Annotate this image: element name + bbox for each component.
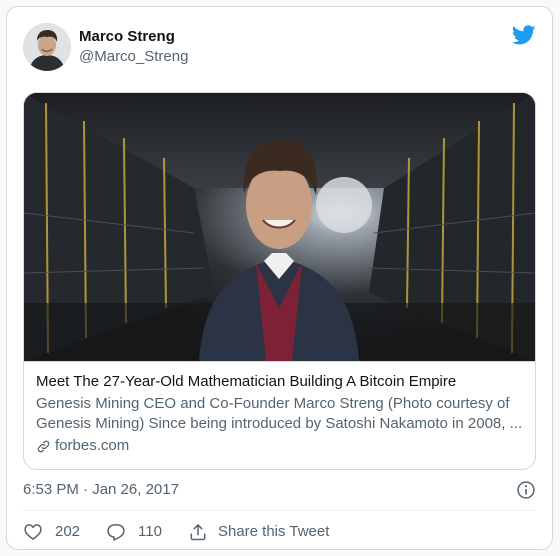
twitter-bird-icon[interactable] bbox=[512, 23, 536, 47]
reply-icon bbox=[107, 524, 125, 541]
card-domain[interactable]: forbes.com bbox=[36, 436, 523, 456]
like-count: 202 bbox=[55, 523, 81, 540]
reply-count: 110 bbox=[138, 523, 162, 540]
author-handle[interactable]: @Marco_Streng bbox=[79, 47, 188, 67]
author-info[interactable]: Marco Streng @Marco_Streng bbox=[79, 27, 188, 67]
share-button[interactable]: Share this Tweet bbox=[188, 522, 329, 542]
tweet-embed[interactable]: Marco Streng @Marco_Streng Meet The 27-Y… bbox=[6, 6, 553, 550]
card-description: Genesis Mining CEO and Co-Founder Marco … bbox=[36, 395, 523, 432]
tweet-header: Marco Streng @Marco_Streng bbox=[23, 23, 536, 71]
info-icon[interactable] bbox=[516, 480, 536, 500]
tweet-actions: 202 110 Share this Tweet bbox=[23, 521, 536, 543]
share-icon bbox=[190, 524, 206, 541]
card-body[interactable]: Meet The 27-Year-Old Mathematician Build… bbox=[24, 361, 535, 469]
link-icon bbox=[37, 440, 50, 452]
tweet-timestamp[interactable]: 6:53 PM · Jan 26, 2017 bbox=[23, 481, 179, 498]
share-label: Share this Tweet bbox=[217, 523, 330, 540]
reply-button[interactable]: 110 bbox=[106, 522, 162, 542]
like-button[interactable]: 202 bbox=[23, 522, 80, 542]
tweet-meta: 6:53 PM · Jan 26, 2017 bbox=[23, 480, 536, 500]
card-title[interactable]: Meet The 27-Year-Old Mathematician Build… bbox=[36, 372, 523, 392]
avatar[interactable] bbox=[23, 23, 71, 71]
divider bbox=[23, 510, 536, 511]
heart-icon bbox=[24, 524, 42, 540]
card-image[interactable] bbox=[24, 93, 535, 361]
card-domain-text[interactable]: forbes.com bbox=[55, 436, 129, 456]
author-display-name[interactable]: Marco Streng bbox=[79, 27, 188, 47]
link-card[interactable]: Meet The 27-Year-Old Mathematician Build… bbox=[23, 92, 536, 470]
